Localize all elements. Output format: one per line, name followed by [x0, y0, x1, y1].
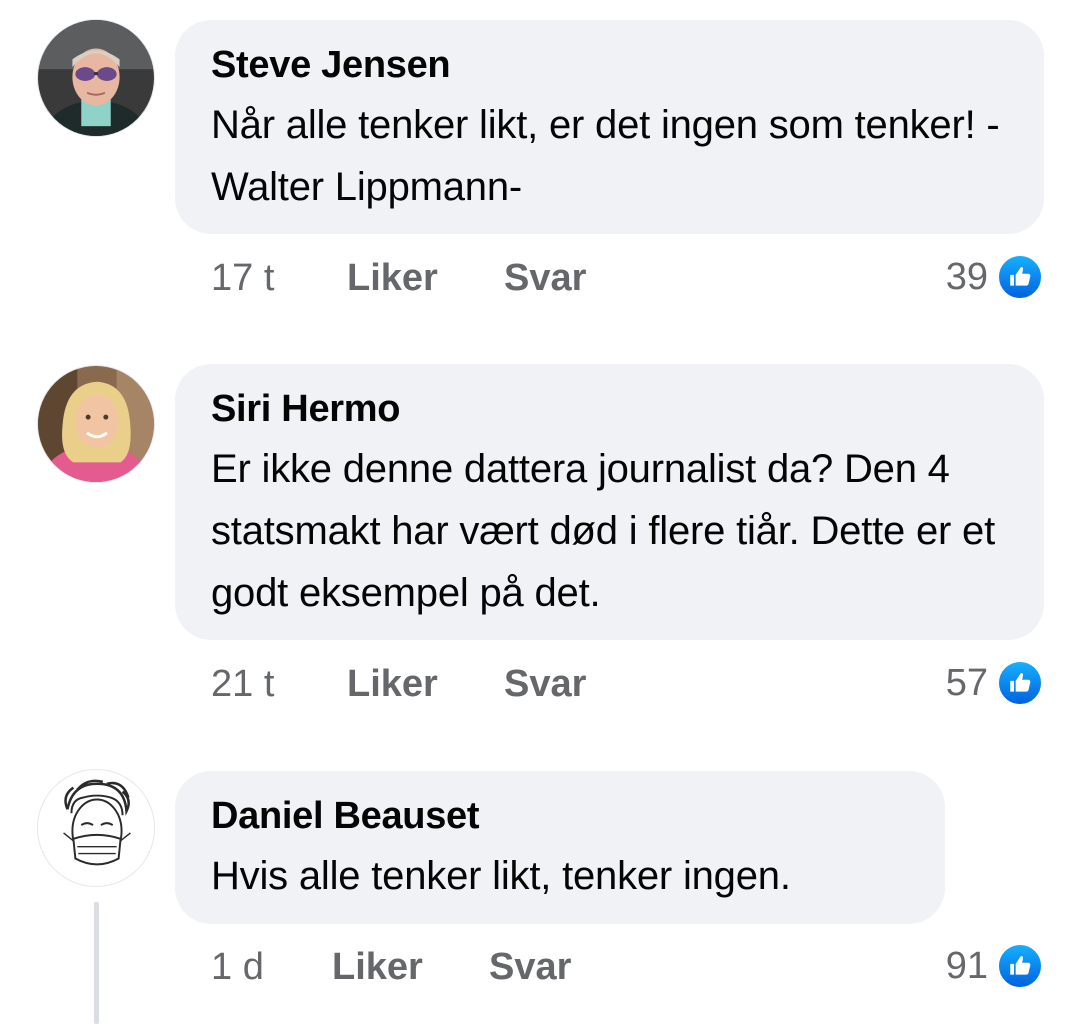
comment-actions: 17 t Liker Svar: [211, 253, 586, 303]
comment-time[interactable]: 21 t: [211, 663, 347, 706]
comment-author[interactable]: Steve Jensen: [211, 42, 1008, 88]
reply-button[interactable]: Svar: [504, 663, 586, 706]
comment-time[interactable]: 17 t: [211, 257, 347, 300]
avatar[interactable]: [37, 769, 155, 887]
avatar[interactable]: [37, 19, 155, 137]
comment-bubble: Daniel Beauset Hvis alle tenker likt, te…: [175, 771, 945, 924]
reaction-summary[interactable]: 91: [946, 941, 1044, 991]
comment-actions: 1 d Liker Svar: [211, 942, 571, 992]
like-button[interactable]: Liker: [347, 663, 504, 706]
avatar-photo-icon: [38, 20, 154, 136]
comment-text: Hvis alle tenker likt, tenker ingen.: [211, 854, 791, 898]
thumbs-up-icon: [996, 942, 1044, 990]
comment-bubble: Siri Hermo Er ikke denne dattera journal…: [175, 364, 1044, 640]
thumbs-up-icon: [996, 253, 1044, 301]
comment-actions: 21 t Liker Svar: [211, 659, 586, 709]
avatar-sketch-icon: [38, 770, 154, 886]
avatar-photo-icon: [38, 366, 154, 482]
comment-text: Er ikke denne dattera journalist da? Den…: [211, 447, 996, 615]
reaction-count: 39: [945, 255, 988, 298]
comment-time[interactable]: 1 d: [211, 946, 332, 989]
avatar[interactable]: [37, 365, 155, 483]
like-button[interactable]: Liker: [332, 946, 489, 989]
reply-button[interactable]: Svar: [489, 946, 571, 989]
comment-bubble: Steve Jensen Når alle tenker likt, er de…: [175, 20, 1044, 234]
thumbs-up-icon: [996, 659, 1044, 707]
reaction-summary[interactable]: 57: [946, 658, 1044, 708]
reply-thread-line: [94, 902, 99, 1024]
comment-text: Når alle tenker likt, er det ingen som t…: [211, 103, 1000, 209]
reaction-summary[interactable]: 39: [946, 252, 1044, 302]
reaction-count: 57: [945, 661, 988, 704]
comment-author[interactable]: Daniel Beauset: [211, 793, 909, 839]
reply-button[interactable]: Svar: [504, 257, 586, 300]
comment-author[interactable]: Siri Hermo: [211, 386, 1008, 432]
like-button[interactable]: Liker: [347, 257, 504, 300]
reaction-count: 91: [945, 944, 988, 987]
